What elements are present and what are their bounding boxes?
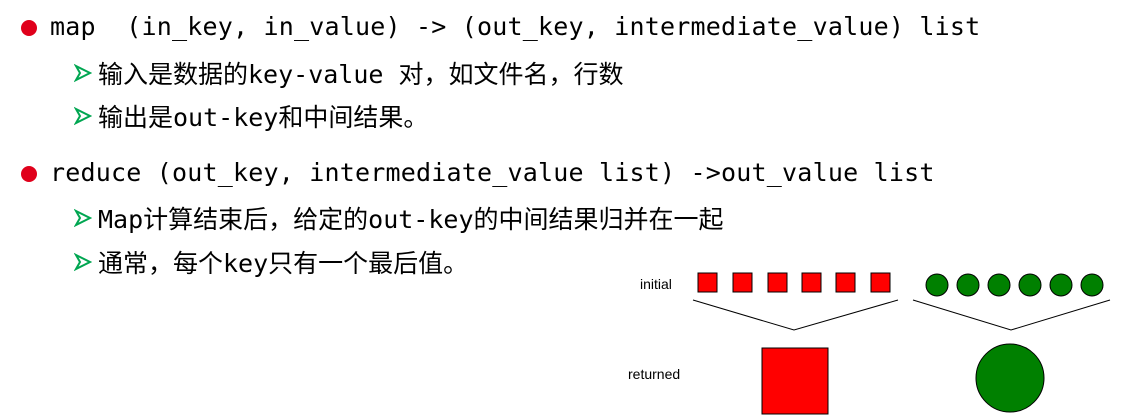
returned-green-circle — [975, 343, 1045, 413]
returned-red-square — [761, 347, 829, 415]
initial-red-squares — [697, 272, 891, 293]
red-square — [767, 272, 788, 293]
red-square — [870, 272, 891, 293]
green-circle — [1018, 273, 1042, 297]
green-circle — [1049, 273, 1073, 297]
green-circle — [1080, 273, 1104, 297]
red-square — [801, 272, 822, 293]
red-square — [697, 272, 718, 293]
green-circle — [956, 273, 980, 297]
reduce-diagram — [692, 272, 1111, 415]
green-circle — [925, 273, 949, 297]
initial-green-circles — [925, 273, 1104, 297]
green-funnel-lines — [912, 299, 1111, 331]
red-funnel-lines — [692, 299, 899, 331]
red-square — [732, 272, 753, 293]
green-circle — [987, 273, 1011, 297]
red-square — [835, 272, 856, 293]
